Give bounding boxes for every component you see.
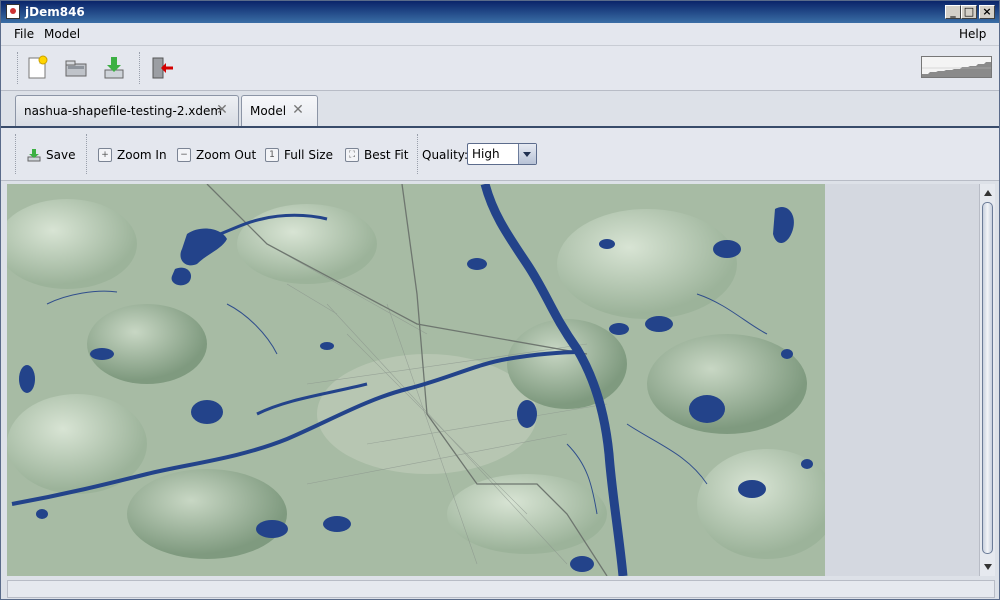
vertical-scrollbar[interactable] <box>979 184 995 576</box>
quality-value: High <box>472 147 500 161</box>
toolbar-separator <box>86 134 87 174</box>
menu-model[interactable]: Model <box>44 27 80 41</box>
save-icon <box>27 149 41 162</box>
title-bar: jDem846 _ □ × <box>1 1 999 23</box>
app-window: jDem846 _ □ × File Model Help nashua-sha… <box>0 0 1000 600</box>
tab-document[interactable]: nashua-shapefile-testing-2.xdem ✕ <box>15 95 239 126</box>
tab-label: Model <box>250 104 287 118</box>
best-fit-icon: ⛶ <box>345 148 359 162</box>
menu-file[interactable]: File <box>14 27 34 41</box>
menu-bar: File Model Help <box>1 23 999 46</box>
open-file-button[interactable] <box>62 54 90 82</box>
full-size-label: Full Size <box>284 148 333 162</box>
scrollbar-thumb[interactable] <box>982 202 993 554</box>
save-button[interactable]: Save <box>27 146 75 164</box>
main-toolbar <box>1 46 999 91</box>
best-fit-label: Best Fit <box>364 148 409 162</box>
java-cup-icon <box>6 4 20 19</box>
tab-model[interactable]: Model ✕ <box>241 95 318 126</box>
status-bar <box>7 580 995 598</box>
zoom-out-label: Zoom Out <box>196 148 257 162</box>
close-window-button[interactable]: × <box>979 5 995 19</box>
toolbar-separator <box>417 134 418 174</box>
full-size-button[interactable]: 1 Full Size <box>265 146 333 164</box>
new-file-button[interactable] <box>23 54 51 82</box>
memory-graph <box>921 56 992 78</box>
zoom-in-label: Zoom In <box>117 148 167 162</box>
best-fit-button[interactable]: ⛶ Best Fit <box>345 146 408 164</box>
open-folder-icon <box>65 60 87 77</box>
zoom-in-icon: + <box>98 148 112 162</box>
exit-icon <box>152 57 173 79</box>
toolbar-separator <box>139 52 142 84</box>
zoom-out-button[interactable]: − Zoom Out <box>177 146 256 164</box>
toolbar-grip[interactable] <box>15 134 16 174</box>
tab-label: nashua-shapefile-testing-2.xdem <box>24 104 223 118</box>
terrain-map-image[interactable] <box>7 184 825 576</box>
save-label: Save <box>46 148 76 162</box>
full-size-icon: 1 <box>265 148 279 162</box>
document-tabs: nashua-shapefile-testing-2.xdem ✕ Model … <box>1 91 999 128</box>
quality-select[interactable]: High <box>467 143 537 165</box>
zoom-out-icon: − <box>177 148 191 162</box>
toolbar-grip[interactable] <box>17 52 20 84</box>
close-tab-icon[interactable]: ✕ <box>215 103 229 117</box>
close-tab-icon[interactable]: ✕ <box>291 103 305 117</box>
zoom-in-button[interactable]: + Zoom In <box>98 146 167 164</box>
scroll-down-arrow-icon[interactable] <box>981 560 995 574</box>
save-download-button[interactable] <box>100 54 128 82</box>
save-download-icon <box>104 57 124 79</box>
new-file-icon <box>28 55 48 79</box>
exit-button[interactable] <box>147 54 175 82</box>
chevron-down-icon[interactable] <box>518 144 536 164</box>
quality-label: Quality: <box>422 148 469 162</box>
window-title: jDem846 <box>25 5 85 19</box>
scroll-up-arrow-icon[interactable] <box>981 186 995 200</box>
menu-help[interactable]: Help <box>959 27 986 41</box>
maximize-button[interactable]: □ <box>961 5 977 19</box>
minimize-button[interactable]: _ <box>945 5 961 19</box>
model-viewport[interactable] <box>7 184 979 576</box>
